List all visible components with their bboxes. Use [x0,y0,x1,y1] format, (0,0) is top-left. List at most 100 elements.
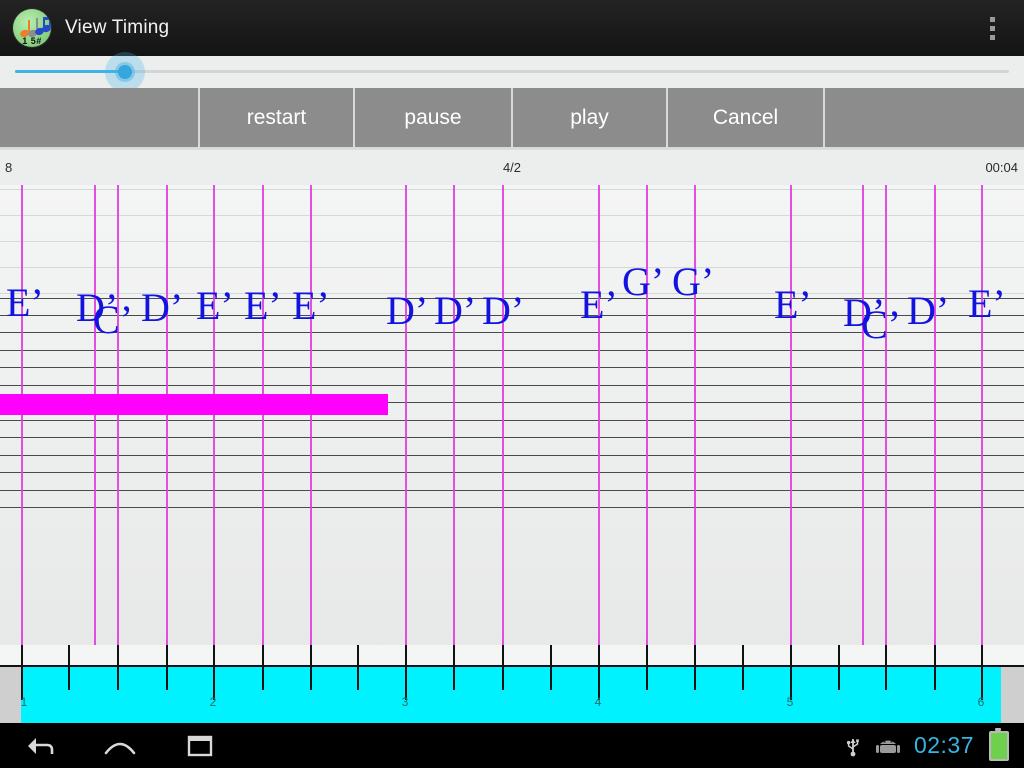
playback-cursor-bar[interactable] [0,394,388,415]
battery-charging-icon [989,727,1009,761]
note-marker-line [981,185,983,663]
score-gridline [0,189,1024,190]
back-arrow-icon [28,737,54,754]
timeline-rule [0,665,1024,667]
elapsed-time-label: 00:04 [985,160,1018,175]
nav-recents-button[interactable] [160,723,240,768]
timeline-tick [453,645,455,690]
note-name-label: C’ [861,302,901,347]
staff-line [0,420,1024,421]
note-marker-line [117,185,119,663]
note-name-label: D’ [434,288,477,333]
note-marker-line [310,185,312,663]
note-name-label: D’ [482,288,525,333]
timeline-tick [550,645,552,690]
timeline-range-highlight [21,665,1001,723]
staff-line [0,367,1024,368]
seekbar-track[interactable] [15,70,1009,73]
timeline-measure-number: 2 [209,695,217,709]
note-name-label: D’ [386,288,429,333]
note-name-label: C’ [93,297,133,342]
timeline-tick [981,645,983,700]
staff-line [0,437,1024,438]
screen-root: 1 5# View Timing restart pause play Cancel … [0,0,1024,768]
timeline-tick [68,645,70,690]
note-marker-line [405,185,407,663]
timeline-tick [598,645,600,700]
score-gridline [0,241,1024,242]
timeline-tick [885,645,887,690]
cancel-button[interactable]: Cancel [668,88,825,147]
timeline-tick [166,645,168,690]
transport-toolbar: restart pause play Cancel [0,88,1024,149]
note-name-label: D’ [141,285,184,330]
score-gridline [0,215,1024,216]
timeline-tick [646,645,648,690]
staff-line [0,507,1024,508]
note-name-label: E’ [580,282,618,327]
score-info-row: 8 4/2 00:04 [0,149,1024,186]
note-marker-line [453,185,455,663]
app-icon-label: 1 5# [22,36,42,46]
nav-home-button[interactable] [80,723,160,768]
system-navigation-bar: 02:37 [0,723,1024,768]
timeline-tick [934,645,936,690]
toolbar-spacer-right [825,88,1024,147]
note-marker-line [213,185,215,663]
note-marker-line [598,185,600,663]
timeline-tick [790,645,792,700]
nav-back-button[interactable] [0,723,80,768]
note-name-label: E’ [292,283,330,328]
score-canvas[interactable]: E’ D’ C’ D’ E’ E’ E’ D’ D’ D’ E’ G’ G’ E’ D’ C’ D’ E’ [0,185,1024,663]
note-name-label: E’ [196,283,234,328]
note-name-label: G’ [672,259,715,304]
score-gridline [0,267,1024,268]
timeline-tick [694,645,696,690]
note-name-label: E’ [968,281,1006,326]
note-marker-line [502,185,504,663]
timeline-measure-number: 6 [977,695,985,709]
toolbar-spacer-left [0,88,200,147]
note-marker-line [885,185,887,663]
staff-line [0,490,1024,491]
measure-timeline[interactable]: 1 2 3 4 5 6 [0,645,1024,723]
timeline-tick [838,645,840,690]
timeline-tick [742,645,744,690]
seekbar-thumb[interactable] [118,65,132,79]
timeline-tick [262,645,264,690]
timeline-measure-number: 1 [20,695,28,709]
note-name-label: E’ [6,280,44,325]
android-debug-icon [875,736,901,756]
timeline-tick [21,645,23,700]
play-button[interactable]: play [513,88,668,147]
note-marker-line [862,185,864,663]
staff-line [0,385,1024,386]
note-name-label: D’ [907,288,950,333]
restart-button[interactable]: restart [200,88,355,147]
staff-line [0,455,1024,456]
note-marker-line [94,185,96,663]
pause-button[interactable]: pause [355,88,513,147]
staff-line [0,350,1024,351]
note-marker-line [262,185,264,663]
timeline-tick [310,645,312,690]
usb-icon [845,735,861,757]
timeline-measure-number: 5 [786,695,794,709]
timeline-tick [405,645,407,700]
staff-line [0,472,1024,473]
home-icon [104,742,136,754]
note-marker-line [694,185,696,663]
app-music-icon: 1 5# [13,9,51,47]
note-marker-line [21,185,23,663]
seekbar-area [0,52,1024,92]
note-marker-line [934,185,936,663]
timeline-tick [117,645,119,690]
note-name-label: E’ [244,283,282,328]
note-marker-line [790,185,792,663]
status-icons: 02:37 [838,723,1024,768]
overflow-menu-icon[interactable] [977,0,1007,56]
note-marker-line [166,185,168,663]
timeline-tick [213,645,215,700]
time-signature-label: 4/2 [502,160,522,175]
recents-icon [187,735,213,756]
